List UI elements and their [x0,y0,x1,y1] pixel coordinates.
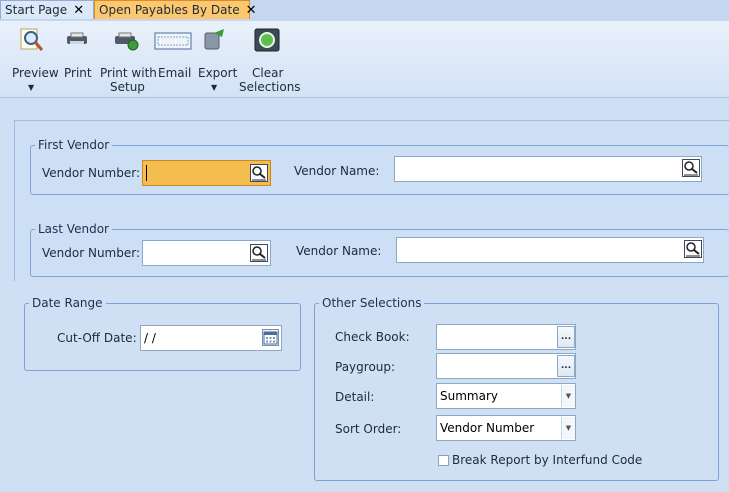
cutoff-date-label: Cut-Off Date: [57,331,137,345]
paygroup-input[interactable] [436,353,576,379]
clear-selections-button[interactable]: Clear Selections [238,21,301,97]
chevron-down-icon: ▼ [211,83,218,92]
print-with-setup-button[interactable]: Print with Setup [98,21,157,97]
sort-order-value: Vendor Number [440,421,535,435]
email-label: Email [158,66,192,80]
detail-value: Summary [440,389,498,403]
text-cursor [146,165,147,181]
chevron-down-icon[interactable]: ▼ [561,417,575,439]
first-vendor-name-input[interactable] [394,156,702,182]
preview-button[interactable]: Preview ▼ [8,21,59,97]
chevron-down-icon: ▼ [28,83,35,92]
last-vendor-legend: Last Vendor [38,222,109,236]
sort-order-label: Sort Order: [335,422,402,436]
tab-label: Open Payables By Date [99,3,240,17]
last-vendor-name-input[interactable] [396,237,704,263]
tab-start-page[interactable]: Start Page ✕ [0,0,94,19]
tab-open-payables-by-date[interactable]: Open Payables By Date ✕ [94,0,257,19]
email-button[interactable]: Email [154,21,192,97]
printer-icon [67,32,87,44]
toolbar: Preview ▼ Print Print with Setup Email E… [0,21,729,98]
search-icon[interactable] [682,159,700,177]
search-icon[interactable] [684,240,702,258]
detail-label: Detail: [335,390,375,404]
check-book-browse-button[interactable]: ... [557,326,575,348]
search-icon[interactable] [250,244,268,262]
cutoff-date-value: / / [144,331,156,345]
print-setup-label-2: Setup [110,80,145,94]
email-icon [154,32,192,50]
break-report-checkbox[interactable] [438,455,449,466]
close-icon[interactable]: ✕ [73,3,84,18]
magnifier-preview-icon [20,28,44,51]
clear-label-1: Clear [252,66,284,80]
check-book-input[interactable] [436,324,576,350]
tab-label: Start Page [5,3,68,17]
last-vendor-number-label: Vendor Number: [42,246,141,260]
last-vendor-name-label: Vendor Name: [296,244,382,258]
export-label: Export [198,66,238,80]
print-setup-label-1: Print with [100,66,157,80]
print-label: Print [64,66,92,80]
preview-label: Preview [12,66,59,80]
paygroup-browse-button[interactable]: ... [557,355,575,377]
first-vendor-name-label: Vendor Name: [294,164,380,178]
first-vendor-number-label: Vendor Number: [42,166,141,180]
break-report-label: Break Report by Interfund Code [452,453,643,467]
clear-label-2: Selections [239,80,301,94]
date-range-legend: Date Range [32,296,103,310]
clear-selections-icon [254,28,280,52]
search-icon[interactable] [250,164,268,182]
calendar-icon[interactable] [262,329,279,346]
paygroup-label: Paygroup: [335,360,396,374]
check-book-label: Check Book: [335,330,410,344]
printer-setup-icon [115,32,139,51]
detail-select[interactable]: Summary [436,383,576,409]
chevron-down-icon[interactable]: ▼ [561,385,575,407]
close-icon[interactable]: ✕ [246,3,257,18]
first-vendor-legend: First Vendor [38,138,110,152]
report-criteria-area: First Vendor Vendor Number: Vendor Name:… [0,98,729,492]
sort-order-select[interactable]: Vendor Number [436,415,576,441]
print-button[interactable]: Print [60,21,94,97]
export-icon [204,29,224,50]
other-selections-legend: Other Selections [322,296,422,310]
tab-bar: Start Page ✕ Open Payables By Date ✕ [0,0,729,23]
export-button[interactable]: Export ▼ [196,21,238,97]
cutoff-date-input[interactable]: / / [140,325,282,351]
